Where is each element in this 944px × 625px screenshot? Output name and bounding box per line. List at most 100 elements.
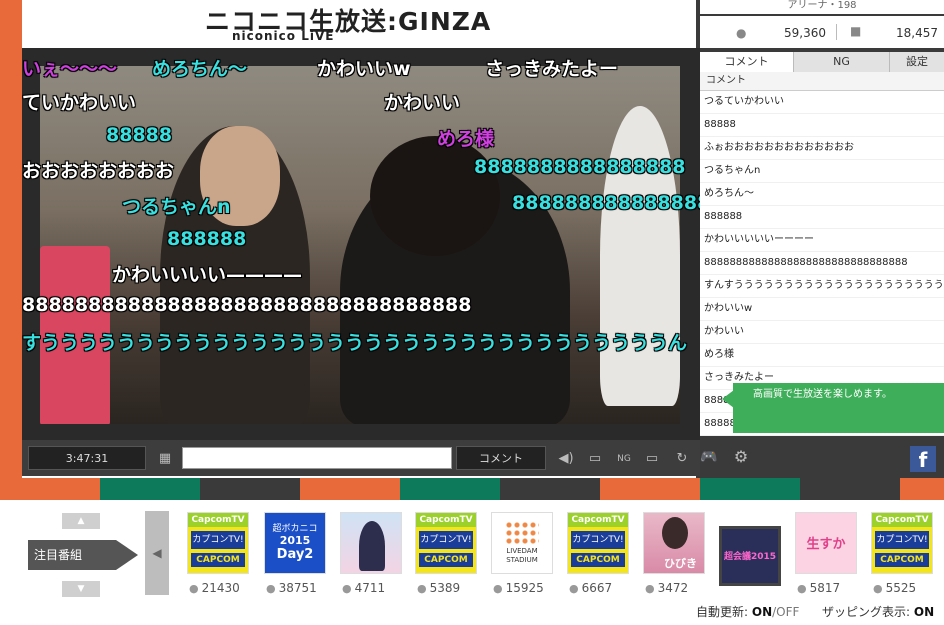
person-icon: ● [266,582,276,595]
tab-ng[interactable]: NG [794,52,890,72]
program-thumbnail-odottemita[interactable]: 超会議2015 [719,526,781,586]
comment-row[interactable]: つるていかわいい [700,91,944,114]
overlay-comment: ていかわいい [22,92,137,114]
program-thumbnail-hibiki[interactable]: ひびき [643,512,705,574]
capcom-tv-logo: CapcomTV [416,513,476,527]
niconico-live-logo-sub: niconico LiVE [232,29,335,43]
program-viewer-count: ● 5525 [873,581,916,595]
viewer-count-value: 3472 [657,581,689,595]
tab-comment[interactable]: コメント [700,52,794,72]
capcom-tv-ja: カプコンTV! [191,531,245,549]
comment-list[interactable]: コメント つるていかわいい 88888 ふぉおおおおおおおおおおおおお つるちゃんn め… [700,72,944,436]
comment-count: 18,457 [896,26,938,40]
stripe-segment [300,478,400,500]
hibiki-label: ひびき [664,557,697,570]
comment-row[interactable]: 88888 [700,114,944,137]
stripe-segment [100,478,200,500]
program-thumbnail-livedam[interactable]: LIVEDAM STADIUM [491,512,553,574]
viewer-count-value: 5817 [809,581,841,595]
capcom-tv-ja: カプコンTV! [419,531,473,549]
vocaloid-title: 超ボカニコ [272,524,318,534]
overlay-comment: 8888888888888888 [474,156,686,178]
comment-row[interactable]: ふぉおおおおおおおおおおおおお [700,137,944,160]
comment-row[interactable]: すんすううううううううううううううううううううう [700,275,944,298]
reload-icon[interactable]: ↻ [673,451,691,467]
channel-title: アリーナ・198 [700,0,944,14]
vocaloid-day: Day2 [276,547,314,562]
viewer-count-icon: ● [736,26,747,40]
scroll-up-button[interactable]: ▲ [62,513,100,529]
viewer-count: 59,360 [784,26,826,40]
comment-overlay: いぇ〜〜〜 めろちん〜 かわいいw さっきみたよー ていかわいい かわいい 88888 めろ様… [22,48,700,440]
comment-toggle-icon[interactable]: ▭ [586,451,604,467]
capcom-logo: CAPCOM [419,553,473,567]
comment-row[interactable]: つるちゃんn [700,160,944,183]
viewer-count-value: 38751 [278,581,317,595]
overlay-comment: かわいいいい———— [112,264,303,286]
decorative-stripe-band [0,478,944,500]
stripe-segment [800,478,900,500]
zapping-value[interactable]: ON [914,605,934,619]
comment-row[interactable]: かわいいw [700,298,944,321]
comment-input[interactable] [182,447,452,469]
capcom-tv-ja: カプコンTV! [875,531,929,549]
zapping-toggle[interactable]: ザッピング表示: ON [822,603,934,620]
comment-row[interactable]: 88888888888888888888888888888888 [700,252,944,275]
comment-row[interactable]: かわいい [700,321,944,344]
volume-icon[interactable]: ◀) [557,451,575,467]
auto-update-off[interactable]: OFF [776,605,799,619]
ng-filter-icon[interactable]: NG [614,451,634,467]
stripe-segment [900,478,944,500]
capcom-tv-logo: CapcomTV [188,513,248,527]
auto-update-toggle[interactable]: 自動更新: ON/OFF [696,603,799,620]
program-thumbnail-capcom1[interactable]: CapcomTV カプコンTV! CAPCOM [187,512,249,574]
program-thumbnail-vocaloid[interactable]: 超ボカニコ 2015 Day2 [264,512,326,574]
overlay-comment: 88888 [106,124,173,146]
tab-settings[interactable]: 設定 [890,52,944,72]
scroll-down-button[interactable]: ▼ [62,581,100,597]
stripe-segment [600,478,700,500]
viewer-count-value: 4711 [354,581,386,595]
overlay-comment: 888888888888888 [512,192,700,214]
elapsed-time: 3:47:31 [28,446,146,470]
hq-tooltip: 高画質で生放送を楽しめます。 [733,383,944,433]
program-thumbnail-anime[interactable] [340,512,402,574]
program-viewer-count: ● 21430 [189,581,240,595]
viewer-count-value: 21430 [201,581,240,595]
stripe-segment [700,478,800,500]
gamepad-icon[interactable]: 🎮 [698,449,720,465]
keyboard-icon[interactable]: ▦ [155,451,175,467]
capcom-tv-logo: CapcomTV [568,513,628,527]
person-icon: ● [342,582,352,595]
stats-row: ● 59,360 ■ 18,457 [700,16,944,48]
anime-character [359,521,385,571]
carousel-prev-button[interactable]: ◀ [145,511,169,595]
auto-update-on[interactable]: ON [752,605,772,619]
capcom-logo: CAPCOM [571,553,625,567]
divider [836,24,837,40]
program-thumbnail-capcom3[interactable]: CapcomTV カプコンTV! CAPCOM [567,512,629,574]
stripe-segment [0,478,100,500]
overlay-comment: いぇ〜〜〜 [22,58,118,80]
facebook-icon[interactable]: f [910,446,936,472]
stripe-segment [400,478,500,500]
settings-gear-icon[interactable]: ⚙ [730,449,752,465]
featured-programs-label: 注目番組 [28,540,116,570]
comment-row[interactable]: めろちん〜 [700,183,944,206]
capcom-tv-logo: CapcomTV [872,513,932,527]
program-thumbnail-capcom4[interactable]: CapcomTV カプコンTV! CAPCOM [871,512,933,574]
program-thumbnail-capcom2[interactable]: CapcomTV カプコンTV! CAPCOM [415,512,477,574]
screen-size-icon[interactable]: ▭ [642,451,662,467]
overlay-comment: かわいい [384,92,461,114]
stripe-segment [200,478,300,500]
comment-submit-button[interactable]: コメント [456,446,546,470]
left-accent-stripe [0,0,22,478]
comment-row[interactable]: かわいいいいいーーーー [700,229,944,252]
comment-row[interactable]: 888888 [700,206,944,229]
program-viewer-count: ● 5817 [797,581,840,595]
hibiki-face [662,517,688,549]
comment-row[interactable]: めろ様 [700,344,944,367]
person-icon: ● [417,582,427,595]
overlay-comment: おおおおおおおお [22,160,175,182]
program-thumbnail-pink[interactable]: 生すか [795,512,857,574]
